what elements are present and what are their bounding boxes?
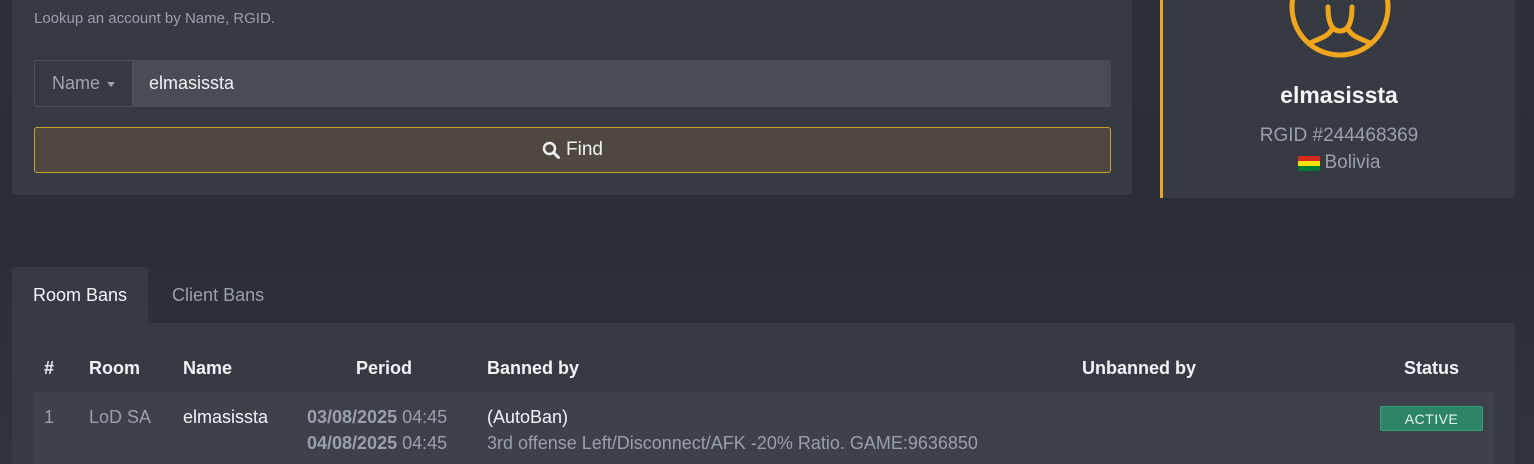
find-button[interactable]: Find [34, 127, 1111, 173]
end-time: 04:45 [402, 433, 448, 453]
profile-rgid: RGID #244468369 [1259, 125, 1419, 146]
user-avatar-icon [1289, 0, 1391, 58]
status-badge: ACTIVE [1380, 406, 1483, 431]
profile-card: elmasissta RGID #244468369 Bolivia [1160, 0, 1515, 198]
column-header-room: Room [89, 358, 140, 378]
end-date: 04/08/2025 [307, 433, 398, 453]
caret-down-icon [107, 82, 115, 87]
search-icon [542, 141, 560, 159]
tab-room-bans[interactable]: Room Bans [12, 267, 149, 323]
room-bans-table: # Room Name Period Banned by Unbanned by… [12, 323, 1515, 464]
row-period-end: 04/08/2025 04:45 [307, 433, 447, 454]
start-date: 03/08/2025 [307, 407, 398, 427]
find-button-label: Find [566, 139, 603, 160]
row-number: 1 [44, 407, 55, 427]
search-input[interactable] [133, 60, 1111, 107]
profile-country: Bolivia [1163, 152, 1515, 174]
column-header-unbanned-by: Unbanned by [1082, 358, 1197, 378]
tab-client-bans[interactable]: Client Bans [148, 267, 288, 323]
row-banned-by: (AutoBan) [487, 407, 569, 427]
column-header-status: Status [1404, 358, 1460, 378]
search-input-group: Name [34, 60, 1111, 107]
profile-country-label: Bolivia [1324, 152, 1381, 173]
avatar [1288, 0, 1392, 59]
column-header-period: Period [356, 358, 413, 378]
search-mode-label: Name [51, 73, 100, 93]
search-mode-dropdown[interactable]: Name [34, 60, 133, 107]
row-period-start: 03/08/2025 04:45 [307, 407, 447, 428]
column-header-num: # [44, 358, 55, 378]
row-room: LoD SA [89, 407, 152, 427]
ban-tabs: Room Bans Client Bans [12, 267, 288, 323]
account-lookup-card: Lookup an account by Name, RGID. Name Fi… [12, 0, 1132, 195]
profile-name: elmasissta [1280, 82, 1398, 108]
row-name[interactable]: elmasissta [183, 407, 268, 428]
row-ban-reason: 3rd offense Left/Disconnect/AFK -20% Rat… [487, 433, 978, 453]
column-header-banned-by: Banned by [487, 358, 580, 378]
bolivia-flag-icon [1297, 155, 1320, 171]
start-time: 04:45 [402, 407, 448, 427]
search-hint: Lookup an account by Name, RGID. [34, 10, 275, 27]
column-header-name: Name [183, 358, 233, 378]
